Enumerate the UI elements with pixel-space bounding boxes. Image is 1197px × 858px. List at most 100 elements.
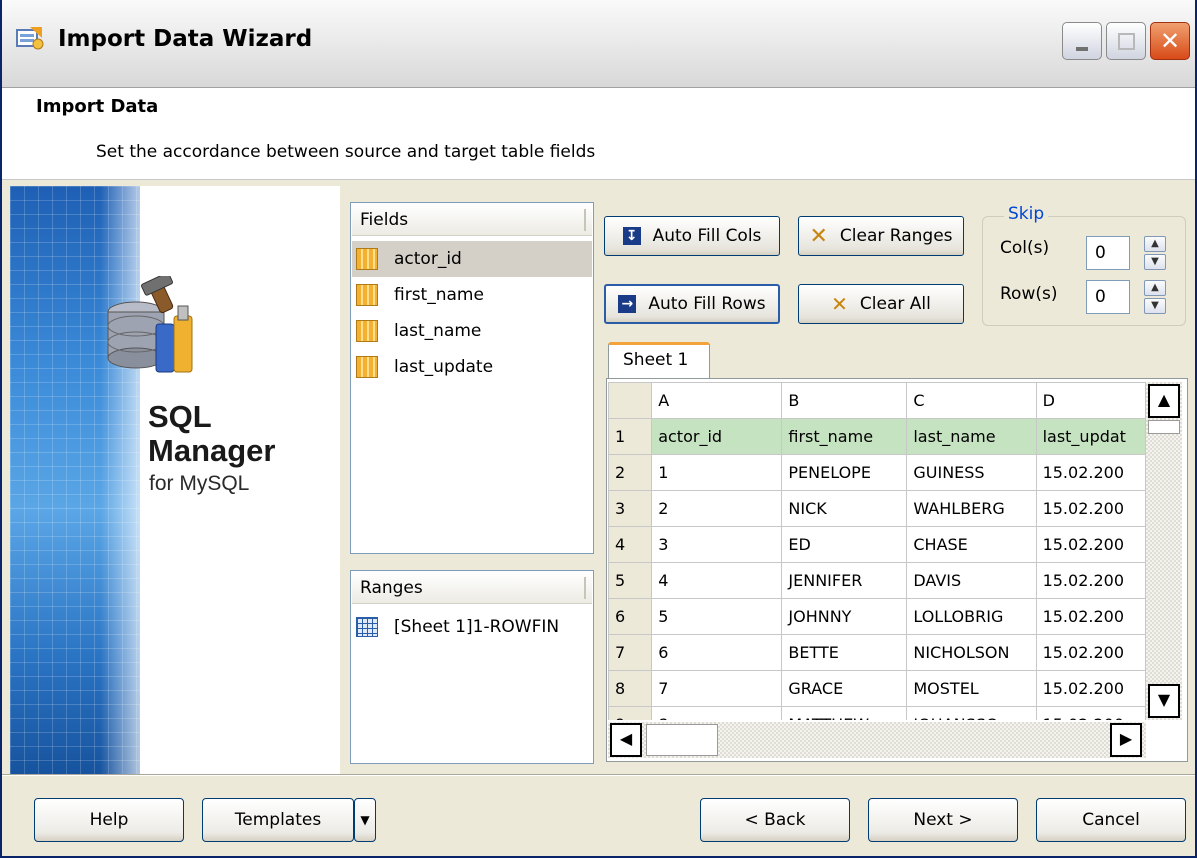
auto-fill-cols-button[interactable]: ↧ Auto Fill Cols — [604, 216, 780, 256]
scroll-up-icon[interactable]: ▲ — [1148, 384, 1180, 418]
row-header[interactable]: 2 — [608, 454, 653, 491]
minimize-button[interactable] — [1062, 22, 1102, 60]
table-cell[interactable]: first_name — [781, 418, 908, 455]
row-header[interactable]: 6 — [608, 598, 653, 635]
close-button[interactable]: ✕ — [1150, 22, 1190, 60]
field-item-last-name[interactable]: last_name — [352, 313, 592, 349]
table-cell[interactable]: 15.02.200 — [1035, 526, 1146, 563]
row-header[interactable]: 1 — [608, 418, 653, 455]
table-cell[interactable]: 3 — [651, 526, 783, 563]
table-row: 4 3 ED CHASE 15.02.200 — [608, 526, 1146, 563]
clear-ranges-button[interactable]: ✕ Clear Ranges — [798, 216, 964, 256]
table-cell[interactable]: 15.02.200 — [1035, 562, 1146, 599]
table-cell[interactable]: last_updat — [1035, 418, 1146, 455]
table-cell[interactable]: GUINESS — [906, 454, 1037, 491]
field-item-actor-id[interactable]: actor_id — [352, 241, 592, 277]
table-cell[interactable]: NICK — [781, 490, 908, 527]
table-cell[interactable]: NICHOLSON — [906, 634, 1037, 671]
table-cell[interactable]: actor_id — [651, 418, 783, 455]
table-cell[interactable]: DAVIS — [906, 562, 1037, 599]
cancel-button[interactable]: Cancel — [1036, 798, 1186, 842]
table-cell[interactable]: 15.02.200 — [1035, 634, 1146, 671]
table-cell[interactable]: 15.02.200 — [1035, 706, 1146, 720]
skip-rows-input[interactable]: 0 — [1086, 280, 1130, 314]
field-label: last_name — [394, 321, 482, 341]
scroll-right-icon[interactable]: ▶ — [1110, 723, 1142, 757]
table-cell[interactable]: BETTE — [781, 634, 908, 671]
table-cell[interactable]: MATTHEW — [781, 706, 908, 720]
table-cell[interactable]: MOSTEL — [906, 670, 1037, 707]
spin-up-icon[interactable]: ▲ — [1144, 280, 1166, 296]
row-header[interactable]: 5 — [608, 562, 653, 599]
table-cell[interactable]: CHASE — [906, 526, 1037, 563]
row-header[interactable]: 3 — [608, 490, 653, 527]
table-cell[interactable]: 1 — [651, 454, 783, 491]
table-row: 2 1 PENELOPE GUINESS 15.02.200 — [608, 454, 1146, 491]
spreadsheet-grid[interactable]: A B C D 1 actor_id first_name last_name … — [608, 382, 1146, 720]
spin-down-icon[interactable]: ▼ — [1144, 298, 1166, 314]
table-cell[interactable]: last_name — [906, 418, 1037, 455]
next-button[interactable]: Next > — [868, 798, 1018, 842]
table-cell[interactable]: JOHANSSO — [906, 706, 1037, 720]
auto-fill-rows-button[interactable]: → Auto Fill Rows — [604, 284, 780, 324]
horizontal-scroll-thumb[interactable] — [646, 724, 718, 756]
row-header[interactable]: 4 — [608, 526, 653, 563]
page-subtitle: Set the accordance between source and ta… — [96, 142, 596, 162]
back-button[interactable]: < Back — [700, 798, 850, 842]
table-cell[interactable]: 15.02.200 — [1035, 598, 1146, 635]
maximize-button[interactable] — [1106, 22, 1146, 60]
table-cell[interactable]: ED — [781, 526, 908, 563]
column-header[interactable]: D — [1035, 382, 1146, 419]
templates-dropdown-button[interactable]: ▼ — [354, 798, 376, 842]
field-icon — [356, 284, 378, 306]
ranges-list-items: [Sheet 1]1-ROWFIN — [352, 609, 592, 645]
table-row: 6 5 JOHNNY LOLLOBRIG 15.02.200 — [608, 598, 1146, 635]
scroll-down-icon[interactable]: ▼ — [1148, 684, 1180, 718]
table-cell[interactable]: GRACE — [781, 670, 908, 707]
skip-cols-input[interactable]: 0 — [1086, 236, 1130, 270]
clear-all-button[interactable]: ✕ Clear All — [798, 284, 964, 324]
tab-sheet-1[interactable]: Sheet 1 — [608, 342, 710, 378]
row-header[interactable]: 8 — [608, 670, 653, 707]
skip-group-title: Skip — [1004, 204, 1049, 224]
vertical-scroll-thumb[interactable] — [1148, 420, 1180, 434]
field-item-first-name[interactable]: first_name — [352, 277, 592, 313]
row-header[interactable]: 9 — [608, 706, 653, 720]
table-cell[interactable]: 5 — [651, 598, 783, 635]
table-cell[interactable]: 15.02.200 — [1035, 670, 1146, 707]
table-cell[interactable]: 2 — [651, 490, 783, 527]
horizontal-scrollbar[interactable]: ◀ ▶ — [608, 722, 1146, 758]
table-cell[interactable]: 8 — [651, 706, 783, 720]
product-banner: SQL Manager for MySQL — [10, 186, 340, 774]
table-cell[interactable]: JENNIFER — [781, 562, 908, 599]
table-cell[interactable]: 7 — [651, 670, 783, 707]
help-button[interactable]: Help — [34, 798, 184, 842]
column-header[interactable]: B — [781, 382, 908, 419]
table-cell[interactable]: 15.02.200 — [1035, 490, 1146, 527]
table-cell[interactable]: 15.02.200 — [1035, 454, 1146, 491]
table-cell[interactable]: LOLLOBRIG — [906, 598, 1037, 635]
row-header[interactable]: 7 — [608, 634, 653, 671]
table-cell[interactable]: PENELOPE — [781, 454, 908, 491]
range-item[interactable]: [Sheet 1]1-ROWFIN — [352, 609, 592, 645]
templates-button[interactable]: Templates — [202, 798, 354, 842]
ranges-list[interactable]: Ranges [Sheet 1]1-ROWFIN — [350, 570, 594, 764]
skip-rows-spinner[interactable]: ▲ ▼ — [1144, 280, 1166, 314]
table-cell[interactable]: 4 — [651, 562, 783, 599]
field-item-last-update[interactable]: last_update — [352, 349, 592, 385]
fields-list[interactable]: Fields actor_id first_name last_name las… — [350, 202, 594, 554]
table-cell[interactable]: 6 — [651, 634, 783, 671]
clear-all-icon: ✕ — [831, 292, 848, 316]
skip-cols-spinner[interactable]: ▲ ▼ — [1144, 236, 1166, 270]
table-cell[interactable]: WAHLBERG — [906, 490, 1037, 527]
table-cell[interactable]: JOHNNY — [781, 598, 908, 635]
column-header[interactable]: C — [906, 382, 1037, 419]
scroll-left-icon[interactable]: ◀ — [610, 723, 642, 757]
column-header[interactable]: A — [651, 382, 783, 419]
spin-down-icon[interactable]: ▼ — [1144, 254, 1166, 270]
spin-up-icon[interactable]: ▲ — [1144, 236, 1166, 252]
skip-cols-label: Col(s) — [1000, 238, 1050, 258]
fields-list-header[interactable]: Fields — [352, 204, 592, 236]
ranges-list-header[interactable]: Ranges — [352, 572, 592, 604]
vertical-scrollbar[interactable]: ▲ ▼ — [1146, 382, 1182, 720]
